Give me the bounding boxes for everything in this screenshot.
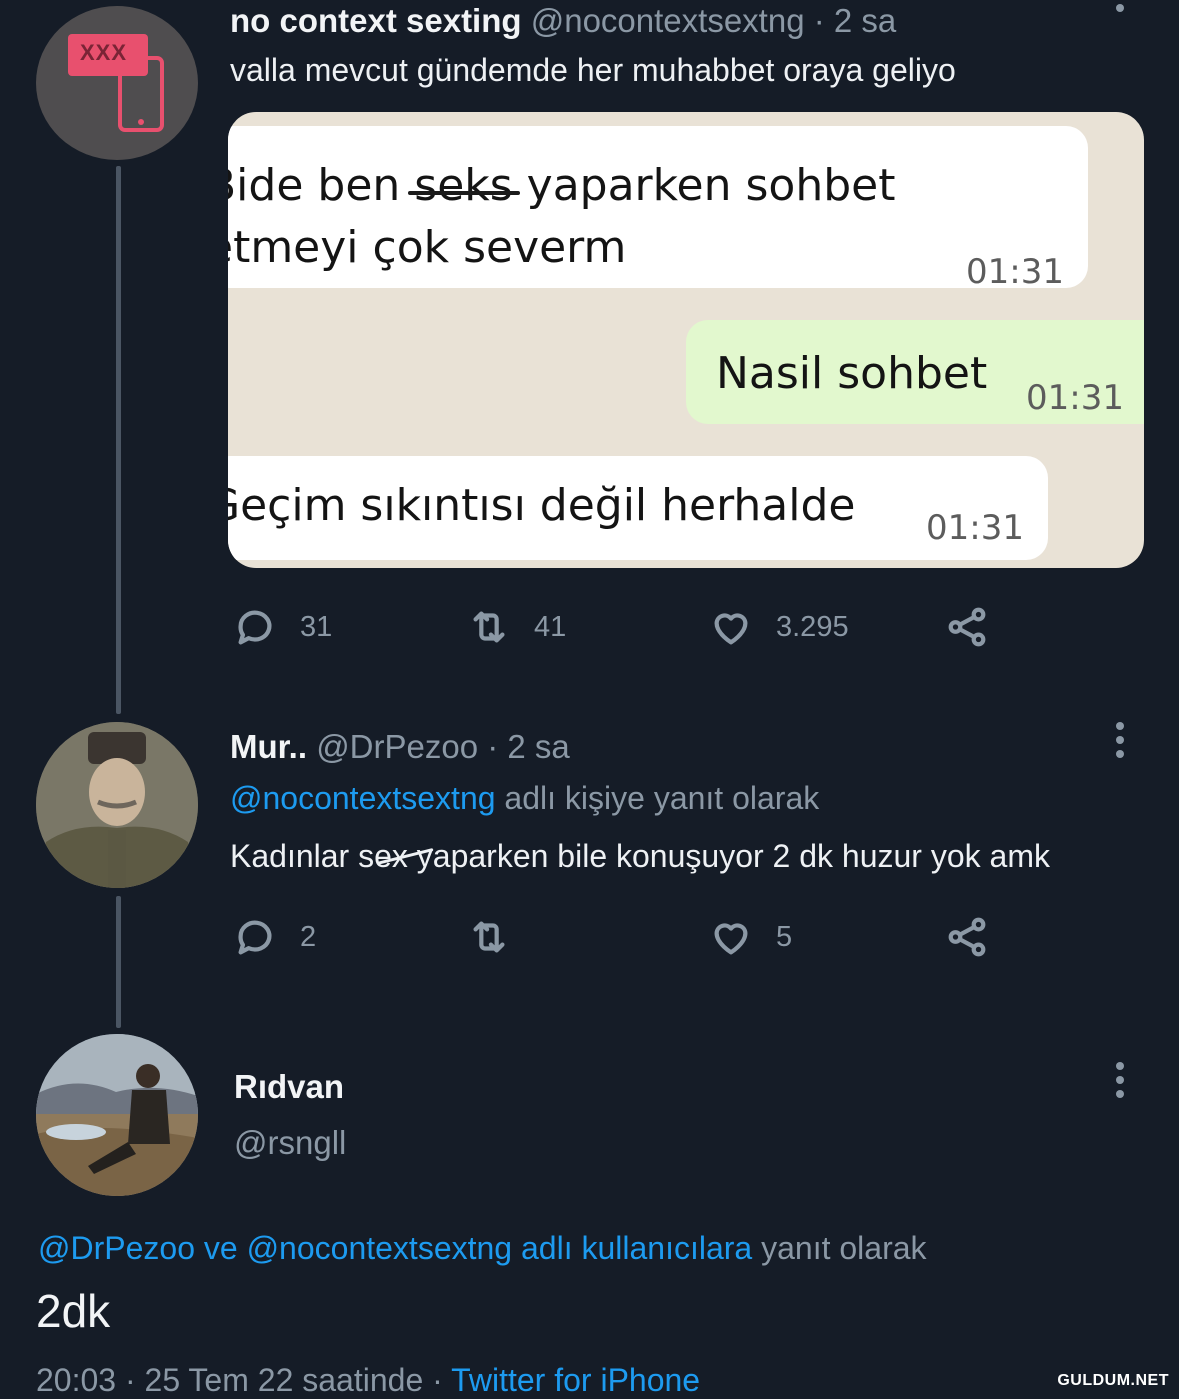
retweet-count: 41 bbox=[534, 610, 567, 643]
like-count: 3.295 bbox=[776, 610, 849, 643]
chat-time: 01:31 bbox=[966, 252, 1064, 292]
tweet-header: Mur.. @DrPezoo · 2 sa bbox=[230, 728, 570, 766]
like-icon bbox=[714, 923, 748, 955]
avatar-photo-image bbox=[36, 1034, 198, 1196]
share-button[interactable] bbox=[944, 604, 990, 650]
like-button[interactable]: 5 bbox=[708, 914, 792, 960]
tweet-media-image[interactable]: Bide ben seks yaparken sohbet etmeyi çok… bbox=[228, 112, 1144, 568]
like-button[interactable]: 3.295 bbox=[708, 604, 849, 650]
mention-link[interactable]: @nocontextsextng bbox=[230, 780, 496, 816]
tweet-text: 2dk bbox=[36, 1285, 111, 1337]
tweet-actions: 2 5 bbox=[230, 914, 1030, 964]
avatar-rsngll[interactable] bbox=[36, 1034, 198, 1196]
mention-links[interactable]: @DrPezoo ve @nocontextsextng adlı kullan… bbox=[38, 1230, 752, 1266]
reply-context: @nocontextsextng adlı kişiye yanıt olara… bbox=[230, 780, 819, 817]
like-icon bbox=[714, 613, 748, 645]
chat-time: 01:31 bbox=[926, 508, 1024, 548]
reply-count: 2 bbox=[300, 920, 317, 953]
retweet-icon bbox=[473, 921, 505, 953]
avatar-drpezoo[interactable] bbox=[36, 722, 198, 888]
chat-message-line: Bide ben seks yaparken sohbet bbox=[228, 160, 896, 211]
tweet-time: · 2 sa bbox=[813, 2, 897, 39]
avatar-nocontextsexting[interactable]: XXX bbox=[36, 6, 198, 160]
chat-message-line: etmeyi çok severm bbox=[228, 222, 627, 273]
tweet-meta: 20:03 · 25 Tem 22 saatinde · Twitter for… bbox=[36, 1362, 700, 1399]
reply-context: @DrPezoo ve @nocontextsextng adlı kullan… bbox=[38, 1230, 927, 1267]
more-icon[interactable] bbox=[1113, 722, 1127, 758]
handle[interactable]: @DrPezoo bbox=[316, 728, 478, 765]
chat-message-line: Geçim sıkıntısı değil herhalde bbox=[228, 480, 856, 531]
more-icon[interactable] bbox=[1113, 1062, 1127, 1098]
retweet-button[interactable] bbox=[466, 914, 534, 960]
tweet-header: no context sexting @nocontextsextng · 2 … bbox=[230, 2, 896, 40]
strike-mark bbox=[408, 191, 520, 195]
chat-message-line: Nasil sohbet bbox=[716, 348, 988, 399]
tweet-timestamp: 20:03 · 25 Tem 22 saatinde · bbox=[36, 1362, 443, 1398]
share-icon bbox=[948, 607, 986, 647]
reply-button[interactable]: 2 bbox=[232, 914, 316, 960]
thread-line-1 bbox=[116, 166, 121, 714]
tweet-time: · 2 sa bbox=[487, 728, 570, 765]
more-icon[interactable] bbox=[1113, 0, 1127, 12]
share-icon bbox=[948, 917, 986, 957]
reply-context-text: adlı kişiye yanıt olarak bbox=[504, 780, 820, 816]
tweet-source-link[interactable]: Twitter for iPhone bbox=[451, 1362, 700, 1398]
thread-line-2 bbox=[116, 896, 121, 1028]
tweet-actions: 31 41 3.295 bbox=[230, 604, 1030, 654]
chat-bubble-outgoing: Nasil sohbet 01:31 bbox=[686, 320, 1144, 424]
chat-bubble-incoming-2: Geçim sıkıntısı değil herhalde 01:31 bbox=[228, 456, 1048, 560]
handle[interactable]: @nocontextsextng bbox=[531, 2, 805, 39]
share-button[interactable] bbox=[944, 914, 990, 960]
handle[interactable]: @rsngll bbox=[234, 1124, 346, 1162]
display-name[interactable]: Mur.. bbox=[230, 728, 307, 765]
chat-bubble-incoming-1: Bide ben seks yaparken sohbet etmeyi çok… bbox=[228, 126, 1088, 292]
reply-count: 31 bbox=[300, 610, 333, 643]
retweet-icon bbox=[473, 611, 505, 643]
reply-context-text: yanıt olarak bbox=[761, 1230, 927, 1266]
like-count: 5 bbox=[776, 920, 793, 953]
avatar-badge-text: XXX bbox=[80, 40, 128, 65]
display-name[interactable]: Rıdvan bbox=[234, 1068, 344, 1106]
watermark: GULDUM.NET bbox=[1057, 1372, 1169, 1389]
reply-button[interactable]: 31 bbox=[232, 604, 332, 650]
reply-icon bbox=[238, 610, 272, 645]
display-name[interactable]: no context sexting bbox=[230, 2, 522, 39]
tweet-text: Kadınlar sex yaparken bile konuşuyor 2 d… bbox=[230, 838, 1050, 874]
chat-time: 01:31 bbox=[1026, 378, 1124, 418]
avatar-portrait-image bbox=[36, 722, 198, 888]
retweet-button[interactable]: 41 bbox=[466, 604, 566, 650]
phone-icon bbox=[68, 34, 164, 132]
tweet-text: valla mevcut gündemde her muhabbet oraya… bbox=[230, 52, 956, 88]
reply-icon bbox=[238, 920, 272, 955]
